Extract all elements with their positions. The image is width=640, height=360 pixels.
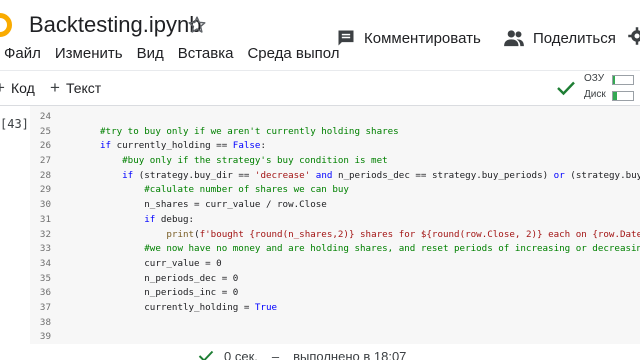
code-text[interactable]: #calulate number of shares we can buy bbox=[100, 183, 349, 198]
line-number: 24 bbox=[39, 111, 51, 122]
execution-completed-time: выполнено в 18:07 bbox=[293, 348, 407, 360]
execution-count[interactable]: [43] bbox=[0, 117, 29, 131]
add-code-label: Код bbox=[10, 79, 35, 96]
add-code-button[interactable]: + Код bbox=[0, 79, 35, 96]
disk-label: Диск bbox=[584, 89, 606, 100]
check-icon bbox=[557, 81, 575, 96]
line-number: 37 bbox=[39, 301, 51, 313]
gear-icon[interactable] bbox=[627, 26, 640, 46]
code-line[interactable]: 33 #we now have no money and are holding… bbox=[30, 242, 640, 257]
code-line[interactable]: 39 bbox=[30, 330, 640, 344]
runtime-status[interactable]: ОЗУ Диск bbox=[556, 72, 640, 104]
code-line[interactable]: 38 bbox=[30, 316, 640, 331]
code-text[interactable]: if debug: bbox=[100, 213, 194, 228]
code-line[interactable]: 28 if (strategy.buy_dir == 'decrease' an… bbox=[30, 169, 640, 184]
line-number: 36 bbox=[39, 287, 51, 299]
cell-toolbar: + Код + Текст bbox=[0, 70, 640, 106]
code-text[interactable]: print(f'bought {round(n_shares,2)} share… bbox=[100, 228, 640, 243]
share-label: Поделиться bbox=[533, 29, 616, 47]
menu-edit[interactable]: Изменить bbox=[55, 44, 123, 64]
code-line[interactable]: 32 print(f'bought {round(n_shares,2)} sh… bbox=[30, 228, 640, 243]
code-line[interactable]: 35 n_periods_dec = 0 bbox=[30, 272, 640, 287]
ram-label: ОЗУ bbox=[584, 73, 605, 84]
top-header: Backtesting.ipynb Файл Изменить Вид Вста… bbox=[0, 0, 640, 70]
code-text[interactable]: n_periods_inc = 0 bbox=[100, 286, 238, 301]
code-line[interactable]: 29 #calulate number of shares we can buy bbox=[30, 183, 640, 198]
execution-status: 0 сек. – выполнено в 18:07 bbox=[198, 348, 406, 360]
menu-bar: Файл Изменить Вид Вставка Среда выпол bbox=[4, 44, 354, 64]
notebook-title[interactable]: Backtesting.ipynb bbox=[29, 12, 201, 38]
execution-duration: 0 сек. bbox=[224, 348, 258, 360]
line-number: 27 bbox=[39, 155, 51, 167]
line-number: 28 bbox=[39, 169, 51, 181]
code-text[interactable]: #try to buy only if we aren't currently … bbox=[100, 125, 399, 140]
code-editor[interactable]: 24 25 #try to buy only if we aren't curren… bbox=[30, 110, 640, 344]
line-number: 30 bbox=[39, 199, 51, 211]
share-button[interactable]: Поделиться bbox=[503, 26, 616, 50]
comment-button[interactable]: Комментировать bbox=[336, 26, 481, 50]
ram-usage-bar bbox=[612, 75, 634, 85]
plus-icon: + bbox=[0, 79, 5, 96]
code-line[interactable]: 25 #try to buy only if we aren't currentl… bbox=[30, 125, 640, 140]
colab-logo[interactable] bbox=[0, 9, 20, 43]
comment-label: Комментировать bbox=[364, 29, 481, 47]
code-line[interactable]: 36 n_periods_inc = 0 bbox=[30, 286, 640, 301]
star-icon[interactable] bbox=[186, 14, 208, 36]
code-text[interactable]: if currently_holding == False: bbox=[100, 139, 266, 154]
line-number: 29 bbox=[39, 184, 51, 196]
line-number: 32 bbox=[39, 228, 51, 240]
menu-insert[interactable]: Вставка bbox=[178, 44, 234, 64]
ram-usage-fill bbox=[613, 76, 616, 84]
add-text-label: Текст bbox=[65, 79, 102, 96]
check-icon bbox=[198, 350, 214, 360]
line-number: 35 bbox=[39, 272, 51, 284]
code-line[interactable]: 34 curr_value = 0 bbox=[30, 257, 640, 272]
menu-file[interactable]: Файл bbox=[4, 44, 41, 64]
disk-usage-bar bbox=[612, 91, 634, 101]
line-number: 39 bbox=[39, 331, 51, 343]
disk-usage-fill bbox=[613, 92, 617, 100]
code-cell[interactable]: 24 25 #try to buy only if we aren't curren… bbox=[30, 106, 640, 344]
menu-view[interactable]: Вид bbox=[137, 44, 164, 64]
add-text-button[interactable]: + Текст bbox=[50, 79, 101, 96]
line-number: 34 bbox=[39, 257, 51, 269]
code-line[interactable]: 26 if currently_holding == False: bbox=[30, 139, 640, 154]
code-line[interactable]: 37 currently_holding = True bbox=[30, 301, 640, 316]
people-icon bbox=[504, 30, 524, 47]
code-text[interactable]: if (strategy.buy_dir == 'decrease' and n… bbox=[100, 169, 640, 184]
code-line[interactable]: 30 n_shares = curr_value / row.Close bbox=[30, 198, 640, 213]
code-text[interactable]: n_shares = curr_value / row.Close bbox=[100, 198, 327, 213]
line-number: 25 bbox=[39, 125, 51, 137]
code-text[interactable]: currently_holding = True bbox=[100, 301, 277, 316]
status-separator: – bbox=[271, 348, 280, 360]
menu-runtime[interactable]: Среда выпол bbox=[247, 44, 339, 64]
plus-icon: + bbox=[50, 78, 60, 97]
code-line[interactable]: 24 bbox=[30, 110, 640, 125]
code-line[interactable]: 27 #buy only if the strategy's buy condi… bbox=[30, 154, 640, 169]
comment-icon bbox=[338, 30, 354, 46]
code-text[interactable]: #we now have no money and are holding sh… bbox=[100, 242, 640, 257]
code-line[interactable]: 31 if debug: bbox=[30, 213, 640, 228]
line-number: 38 bbox=[39, 316, 51, 328]
line-number: 31 bbox=[39, 213, 51, 225]
code-text[interactable]: curr_value = 0 bbox=[100, 257, 221, 272]
code-text[interactable]: #buy only if the strategy's buy conditio… bbox=[100, 154, 388, 169]
line-number: 26 bbox=[39, 140, 51, 152]
line-number: 33 bbox=[39, 243, 51, 255]
code-text[interactable]: n_periods_dec = 0 bbox=[100, 272, 238, 287]
